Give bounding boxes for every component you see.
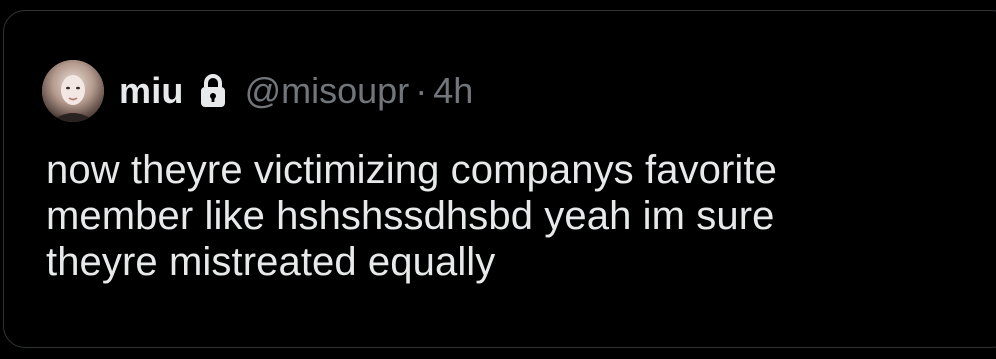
avatar[interactable] (42, 60, 104, 122)
quoted-post-card[interactable]: miu @misoupr · 4h now theyre victimizing… (3, 10, 996, 348)
avatar-image (42, 60, 104, 122)
lock-icon (199, 73, 227, 109)
post-header: miu @misoupr · 4h (42, 58, 473, 124)
post-text-line: theyre mistreated equally (46, 240, 496, 284)
user-handle[interactable]: @misoupr (245, 73, 410, 109)
display-name[interactable]: miu (119, 73, 184, 109)
post-text-line: member like hshshssdhsbd yeah im sure (46, 194, 775, 238)
separator-dot: · (415, 70, 428, 111)
post-text: now theyre victimizing companys favorite… (46, 147, 966, 285)
post-text-line: now theyre victimizing companys favorite (46, 148, 777, 192)
timestamp[interactable]: 4h (433, 73, 473, 109)
